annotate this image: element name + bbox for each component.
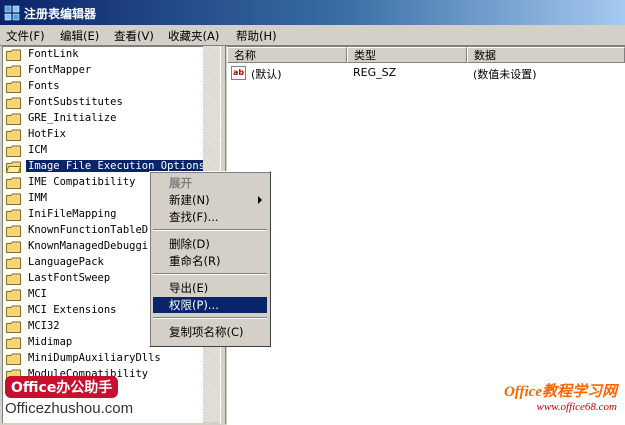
folder-icon xyxy=(6,289,21,301)
tree-item-label: GRE_Initialize xyxy=(28,112,117,124)
menu-item-new[interactable]: 新建(N) xyxy=(153,192,267,208)
folder-icon xyxy=(6,353,21,365)
folder-icon xyxy=(6,209,21,221)
menu-item-new-label: 新建(N) xyxy=(169,193,210,207)
menu-edit[interactable]: 编辑(E) xyxy=(60,28,99,44)
folder-icon xyxy=(6,337,21,349)
menu-file[interactable]: 文件(F) xyxy=(6,28,45,44)
menu-separator xyxy=(153,273,267,275)
watermark-badge: Office办公助手 xyxy=(5,376,119,398)
tree-item-label: ICM xyxy=(28,144,47,156)
title-bar: 注册表编辑器 xyxy=(0,0,625,25)
folder-icon xyxy=(6,241,21,253)
submenu-arrow-icon xyxy=(258,196,262,204)
tree-item-label: Midimap xyxy=(28,336,73,348)
menu-view[interactable]: 查看(V) xyxy=(114,28,154,44)
tree-item-label: KnownFunctionTableDlls xyxy=(28,224,168,236)
tree-item-label: MiniDumpAuxiliaryDlls xyxy=(28,352,161,364)
string-value-icon: ab xyxy=(231,66,246,80)
menu-bar: 文件(F) 编辑(E) 查看(V) 收藏夹(A) 帮助(H) xyxy=(0,25,625,46)
folder-icon xyxy=(6,49,21,61)
folder-icon xyxy=(6,65,21,77)
value-row[interactable]: ab (默认) REG_SZ (数值未设置) xyxy=(227,64,625,82)
watermark-left: Office办公助手 Officezhushou.com xyxy=(5,376,133,417)
menu-item-permissions[interactable]: 权限(P)... xyxy=(153,297,267,313)
value-type: REG_SZ xyxy=(353,66,397,79)
tree-item-label: IniFileMapping xyxy=(28,208,117,220)
tree-item-label: HotFix xyxy=(28,128,66,140)
window-title: 注册表编辑器 xyxy=(24,7,97,21)
menu-separator xyxy=(153,229,267,231)
menu-item-delete[interactable]: 删除(D) xyxy=(153,236,267,252)
value-name: (默认) xyxy=(251,68,282,81)
tree-item-label: MCI32 xyxy=(28,320,60,332)
registry-editor-icon xyxy=(4,5,20,21)
context-menu: 展开 新建(N) 查找(F)... 删除(D) 重命名(R) 导出(E) 权限(… xyxy=(149,171,271,347)
folder-icon xyxy=(6,129,21,141)
menu-item-export[interactable]: 导出(E) xyxy=(153,280,267,296)
menu-item-find[interactable]: 查找(F)... xyxy=(153,209,267,225)
open-folder-icon xyxy=(6,161,21,173)
watermark-site: Officezhushou.com xyxy=(5,400,134,417)
tree-item-label: FontLink xyxy=(28,48,79,60)
folder-icon xyxy=(6,305,21,317)
menu-item-copy-key-name[interactable]: 复制项名称(C) xyxy=(153,324,267,340)
menu-separator xyxy=(153,317,267,319)
value-data: (数值未设置) xyxy=(473,68,537,81)
tree-item-label: FontMapper xyxy=(28,64,92,76)
column-header-name[interactable]: 名称 xyxy=(227,47,347,63)
folder-icon xyxy=(6,97,21,109)
watermark-right: Office教程学习网 www.office68.com xyxy=(504,380,617,413)
tree-item-label: MCI Extensions xyxy=(28,304,117,316)
folder-icon xyxy=(6,145,21,157)
watermark-brand: Office教程学习网 xyxy=(503,384,617,400)
column-header-type[interactable]: 类型 xyxy=(347,47,467,63)
menu-help[interactable]: 帮助(H) xyxy=(236,28,277,44)
folder-icon xyxy=(6,257,21,269)
tree-item-label: FontSubstitutes xyxy=(28,96,123,108)
tree-item-label: Fonts xyxy=(28,80,60,92)
folder-icon xyxy=(6,193,21,205)
folder-icon xyxy=(6,81,21,93)
folder-icon xyxy=(6,321,21,333)
values-list[interactable]: 名称 类型 数据 ab (默认) REG_SZ (数值未设置) xyxy=(227,46,625,425)
tree-item-label: IME Compatibility xyxy=(28,176,136,188)
menu-item-rename[interactable]: 重命名(R) xyxy=(153,253,267,269)
folder-icon xyxy=(6,225,21,237)
folder-icon xyxy=(6,113,21,125)
tree-item-label: IMM xyxy=(28,192,47,204)
tree-item-label: LastFontSweep xyxy=(28,272,111,284)
folder-icon xyxy=(6,177,21,189)
menu-favorites[interactable]: 收藏夹(A) xyxy=(168,28,219,44)
tree-item-label: MCI xyxy=(28,288,47,300)
folder-icon xyxy=(6,273,21,285)
watermark-url: www.office68.com xyxy=(536,401,617,413)
column-header-data[interactable]: 数据 xyxy=(467,47,625,63)
tree-item-label: LanguagePack xyxy=(28,256,104,268)
menu-item-expand[interactable]: 展开 xyxy=(153,175,267,191)
